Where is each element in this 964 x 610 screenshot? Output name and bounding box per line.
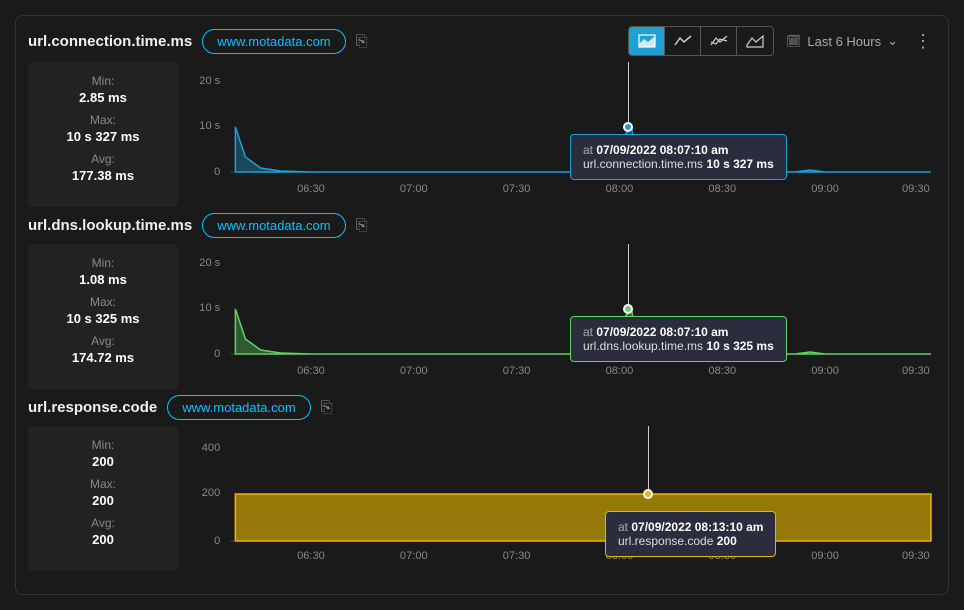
x-tick: 07:00	[400, 183, 428, 195]
y-tick: 20 s	[199, 257, 220, 269]
x-tick: 09:30	[902, 550, 930, 562]
x-tick: 07:30	[503, 365, 531, 377]
stat-max-value: 10 s 325 ms	[28, 311, 178, 326]
view-area-button[interactable]	[629, 27, 665, 55]
y-tick: 200	[202, 487, 220, 499]
y-tick: 400	[202, 442, 220, 454]
stat-avg-label: Avg:	[28, 334, 178, 348]
chart-block-response: Min: 200 Max: 200 Avg: 200 400 200 0 06:30 …	[28, 426, 936, 571]
x-tick: 09:30	[902, 365, 930, 377]
chart-title-1: url.dns.lookup.time.ms	[28, 217, 192, 234]
x-tick: 06:30	[297, 183, 325, 195]
y-tick: 0	[214, 535, 220, 547]
stat-max-value: 200	[28, 493, 178, 508]
panel-header: url.connection.time.ms www.motadata.com …	[28, 26, 936, 56]
stat-min-label: Min:	[28, 74, 178, 88]
hover-dot	[623, 304, 633, 314]
x-tick: 07:00	[400, 365, 428, 377]
chart-header-2: url.response.code www.motadata.com ⎘	[28, 395, 936, 420]
stat-max-label: Max:	[28, 113, 178, 127]
y-tick: 10 s	[199, 120, 220, 132]
source-pill-2[interactable]: www.motadata.com	[167, 395, 310, 420]
x-tick: 09:00	[811, 550, 839, 562]
more-options-button[interactable]: ⋮	[910, 31, 936, 52]
hover-line	[628, 62, 629, 127]
stat-avg-label: Avg:	[28, 516, 178, 530]
stat-min-label: Min:	[28, 256, 178, 270]
hover-dot	[643, 489, 653, 499]
view-multi-button[interactable]	[701, 27, 737, 55]
stat-min-value: 200	[28, 454, 178, 469]
time-range-dropdown[interactable]: 🗓 Last 6 Hours ⌄	[786, 33, 898, 49]
x-tick: 07:30	[503, 183, 531, 195]
copy-icon[interactable]: ⎘	[321, 399, 333, 416]
stat-min-value: 1.08 ms	[28, 272, 178, 287]
stat-avg-value: 177.38 ms	[28, 168, 178, 183]
chart-block-connection: Min: 2.85 ms Max: 10 s 327 ms Avg: 177.38 m…	[28, 62, 936, 207]
chart-area-2[interactable]: 400 200 0 06:30 07:00 07:30 08:00 08:30 …	[190, 426, 936, 571]
x-tick: 09:30	[902, 183, 930, 195]
x-tick: 08:30	[708, 550, 736, 562]
chart-title-2: url.response.code	[28, 399, 157, 416]
source-pill-0[interactable]: www.motadata.com	[202, 29, 345, 54]
view-stacked-button[interactable]	[737, 27, 773, 55]
x-tick: 08:00	[606, 550, 634, 562]
x-tick: 08:00	[606, 183, 634, 195]
chart-area-1[interactable]: 20 s 10 s 0 06:30 07:00 07:30 08:00 08:3…	[190, 244, 936, 389]
time-range-label: Last 6 Hours	[807, 34, 881, 49]
chart-header-1: url.dns.lookup.time.ms www.motadata.com …	[28, 213, 936, 238]
stats-box-2: Min: 200 Max: 200 Avg: 200	[28, 426, 178, 571]
copy-icon[interactable]: ⎘	[356, 33, 368, 50]
chart-view-selector	[628, 26, 774, 56]
metrics-panel: url.connection.time.ms www.motadata.com …	[15, 15, 949, 595]
hover-line	[628, 244, 629, 309]
stat-min-value: 2.85 ms	[28, 90, 178, 105]
stat-max-value: 10 s 327 ms	[28, 129, 178, 144]
view-line-button[interactable]	[665, 27, 701, 55]
hover-line	[648, 426, 649, 494]
x-tick: 06:30	[297, 550, 325, 562]
chevron-down-icon: ⌄	[887, 33, 898, 49]
chart-area-0[interactable]: 20 s 10 s 0 06:30 07:00 07:30 08:00 08:3…	[190, 62, 936, 207]
x-tick: 06:30	[297, 365, 325, 377]
x-tick: 08:30	[708, 183, 736, 195]
x-tick: 07:30	[503, 550, 531, 562]
hover-dot	[623, 122, 633, 132]
x-tick: 08:00	[606, 365, 634, 377]
x-tick: 09:00	[811, 183, 839, 195]
stats-box-0: Min: 2.85 ms Max: 10 s 327 ms Avg: 177.38 m…	[28, 62, 178, 207]
stat-avg-value: 174.72 ms	[28, 350, 178, 365]
chart-title-0: url.connection.time.ms	[28, 33, 192, 50]
stat-max-label: Max:	[28, 295, 178, 309]
calendar-icon: 🗓	[786, 34, 801, 48]
y-tick: 20 s	[199, 75, 220, 87]
y-tick: 0	[214, 166, 220, 178]
stats-box-1: Min: 1.08 ms Max: 10 s 325 ms Avg: 174.72 m…	[28, 244, 178, 389]
chart-block-dns: Min: 1.08 ms Max: 10 s 325 ms Avg: 174.72 m…	[28, 244, 936, 389]
stat-avg-label: Avg:	[28, 152, 178, 166]
stat-max-label: Max:	[28, 477, 178, 491]
copy-icon[interactable]: ⎘	[356, 217, 368, 234]
stat-avg-value: 200	[28, 532, 178, 547]
source-pill-1[interactable]: www.motadata.com	[202, 213, 345, 238]
y-tick: 10 s	[199, 302, 220, 314]
y-tick: 0	[214, 348, 220, 360]
x-tick: 09:00	[811, 365, 839, 377]
stat-min-label: Min:	[28, 438, 178, 452]
x-tick: 07:00	[400, 550, 428, 562]
x-tick: 08:30	[708, 365, 736, 377]
